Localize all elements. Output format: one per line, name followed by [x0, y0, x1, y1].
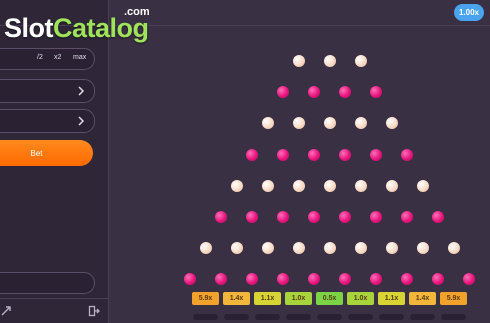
peg [401, 148, 413, 161]
peg [447, 242, 460, 255]
bucket-slot [286, 314, 311, 320]
peg [308, 273, 320, 286]
peg [308, 211, 320, 223]
peg [323, 242, 336, 255]
multiplier-bucket: 1.0x [347, 292, 374, 305]
peg [246, 273, 258, 286]
peg [354, 55, 367, 67]
peg [292, 179, 305, 192]
peg [432, 273, 444, 286]
multiplier-bucket: 0.5x [316, 292, 343, 305]
bucket-slot [317, 314, 342, 320]
peg [354, 117, 367, 130]
peg [292, 55, 305, 67]
multiplier-bucket: 1.4x [409, 292, 436, 305]
peg [292, 117, 305, 130]
multiplier-bucket: 1.4x [223, 292, 250, 305]
plinko-board: 5.9x 1.4x 1.1x 1.0x 0.5x 1.0x 1.1x 1.4x 5.9x [0, 0, 490, 323]
peg [432, 211, 444, 223]
peg [261, 242, 274, 255]
peg [385, 242, 398, 255]
peg [277, 211, 289, 223]
peg [463, 273, 475, 286]
peg [323, 55, 336, 67]
peg [385, 117, 398, 130]
peg [339, 148, 351, 161]
peg [401, 211, 413, 223]
bucket-slot [224, 314, 249, 320]
peg [246, 148, 258, 161]
bucket-slot [441, 314, 466, 320]
peg [215, 273, 227, 286]
peg [370, 86, 382, 99]
bucket-slot [348, 314, 373, 320]
peg [323, 117, 336, 130]
peg [215, 211, 227, 223]
multiplier-bucket: 1.1x [254, 292, 281, 305]
multiplier-bucket: 5.9x [440, 292, 467, 305]
peg [339, 273, 351, 286]
peg [277, 86, 289, 99]
peg [199, 242, 212, 255]
peg [277, 148, 289, 161]
peg [246, 211, 258, 223]
bucket-slot [255, 314, 280, 320]
peg [308, 86, 320, 99]
peg [416, 242, 429, 255]
peg [277, 273, 289, 286]
bucket-slot [379, 314, 404, 320]
peg [416, 179, 429, 192]
peg [230, 179, 243, 192]
peg [323, 179, 336, 192]
multiplier-bucket: 1.0x [285, 292, 312, 305]
peg [401, 273, 413, 286]
peg [370, 273, 382, 286]
peg [385, 179, 398, 192]
peg [184, 273, 196, 286]
multiplier-bucket: 5.9x [192, 292, 219, 305]
peg [339, 86, 351, 99]
peg [339, 211, 351, 223]
peg [261, 117, 274, 130]
peg [354, 179, 367, 192]
bucket-slot [410, 314, 435, 320]
peg [230, 242, 243, 255]
peg [370, 211, 382, 223]
peg [370, 148, 382, 161]
multiplier-bucket: 1.1x [378, 292, 405, 305]
peg [261, 179, 274, 192]
peg [308, 148, 320, 161]
peg [292, 242, 305, 255]
bucket-slot [193, 314, 218, 320]
peg [354, 242, 367, 255]
